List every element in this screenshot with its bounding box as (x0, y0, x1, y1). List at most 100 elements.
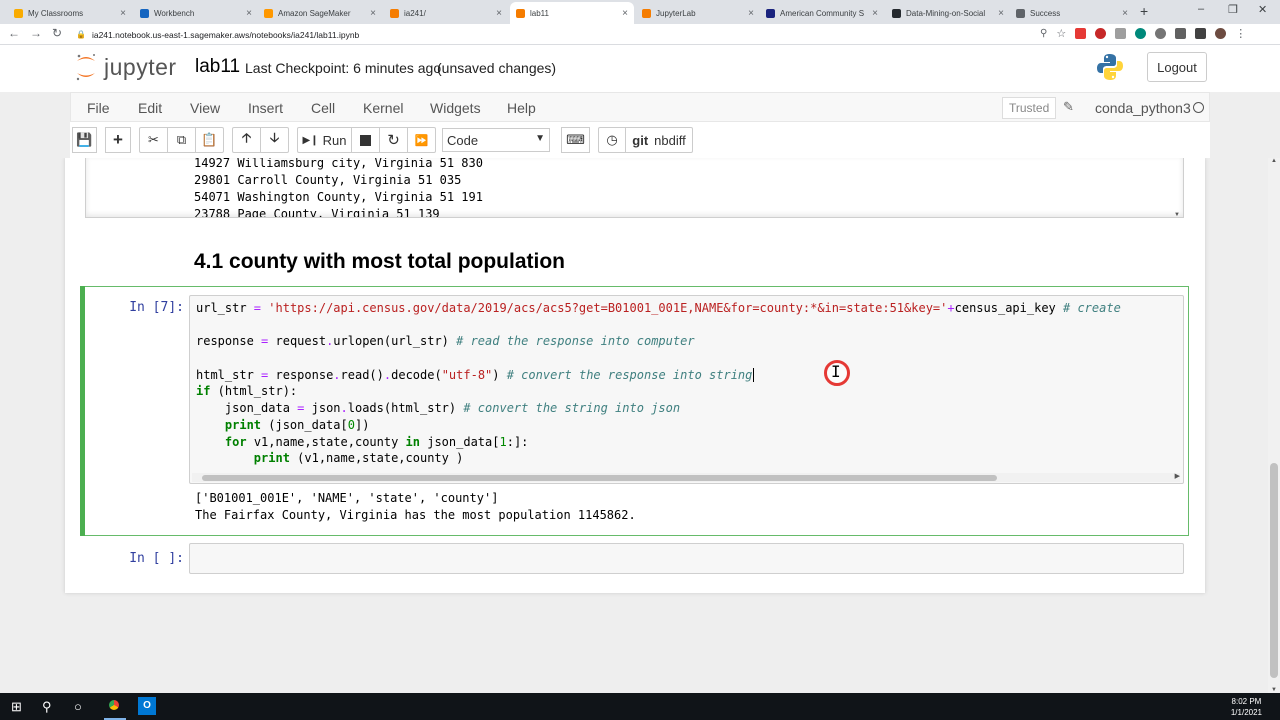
restart-button[interactable]: ↻ (379, 127, 408, 153)
menu-view[interactable]: View (190, 100, 220, 116)
tab-favicon-icon (264, 8, 273, 18)
reload-icon[interactable]: ↻ (52, 26, 62, 40)
code-editor-empty[interactable] (189, 543, 1184, 574)
tab-label: American Community S (780, 8, 865, 18)
nbdiff-button[interactable]: git nbdiff (625, 127, 693, 153)
code-editor[interactable]: url_str = 'https://api.census.gov/data/2… (189, 295, 1184, 484)
scissors-icon: ✂ (148, 132, 159, 147)
search-icon[interactable]: ⚲ (42, 699, 52, 715)
chrome-icon[interactable] (105, 696, 123, 714)
kernel-name[interactable]: conda_python3 (1095, 100, 1191, 116)
more-icon[interactable]: ⋮ (1235, 27, 1246, 40)
menu-widgets[interactable]: Widgets (430, 100, 481, 116)
notebook-name[interactable]: lab11 (195, 56, 240, 78)
tab-close-icon[interactable]: × (246, 8, 252, 19)
browser-tab[interactable]: Amazon SageMaker × (258, 2, 382, 24)
extension-icon[interactable] (1195, 28, 1207, 39)
restart-run-all-button[interactable]: ⏩ (407, 127, 436, 153)
code-cell-empty[interactable]: In [ ]: (80, 541, 1189, 577)
page-scrollbar[interactable]: ▲ ▼ (1268, 158, 1280, 693)
trusted-badge[interactable]: Trusted (1002, 97, 1057, 119)
code-line: response = request.urlopen(url_str) # re… (196, 334, 695, 348)
scroll-down-arrow-icon[interactable]: ▼ (1174, 212, 1180, 217)
text-cursor-icon: I (831, 362, 841, 381)
notebook-container: 14927 Williamsburg city, Virginia 51 830… (65, 158, 1205, 593)
browser-tab[interactable]: Data-Mining-on-Social × (886, 2, 1010, 24)
tab-close-icon[interactable]: × (1122, 8, 1128, 19)
extension-icon[interactable] (1095, 28, 1107, 39)
browser-tab[interactable]: lab11 × (510, 2, 634, 24)
browser-tab[interactable]: Workbench × (134, 2, 258, 24)
minimize-icon[interactable]: – (1198, 3, 1204, 15)
edit-pencil-icon[interactable]: ✎ (1063, 99, 1074, 115)
output-line: 54071 Washington County, Virginia 51 191 (194, 190, 483, 204)
scrollbar-thumb[interactable] (202, 475, 997, 481)
command-palette-button[interactable]: ⌨ (561, 127, 590, 153)
run-button[interactable]: ▶❙ Run (297, 127, 352, 153)
close-window-icon[interactable]: ✕ (1258, 3, 1267, 16)
move-up-button[interactable]: 🡡 (232, 127, 261, 153)
browser-tab[interactable]: ia241/ × (384, 2, 508, 24)
extension-icon[interactable] (1075, 28, 1087, 39)
tab-close-icon[interactable]: × (496, 8, 502, 19)
copy-button[interactable]: ⧉ (167, 127, 196, 153)
profile-avatar[interactable] (1215, 28, 1227, 39)
url-field[interactable]: 🔒 ia241.notebook.us-east-1.sagemaker.aws… (76, 26, 1086, 43)
page-scrollbar-thumb[interactable] (1270, 463, 1278, 678)
new-tab-button[interactable]: + (1140, 3, 1148, 19)
system-clock[interactable]: 8:02 PM 1/1/2021 (1231, 696, 1262, 718)
save-button[interactable]: 💾 (72, 127, 97, 153)
back-icon[interactable]: ← (8, 26, 20, 40)
insert-cell-button[interactable]: + (105, 127, 131, 153)
move-down-button[interactable]: 🡣 (260, 127, 289, 153)
outlook-icon[interactable]: O (138, 697, 156, 715)
code-cell-selected[interactable]: In [7]: url_str = 'https://api.census.go… (80, 286, 1189, 536)
scroll-up-arrow-icon[interactable]: ▲ (1271, 158, 1277, 164)
tab-label: JupyterLab (656, 8, 696, 18)
extension-icon[interactable] (1155, 28, 1167, 39)
forward-icon[interactable]: → (30, 26, 42, 40)
cell-type-select[interactable]: Code ▼ (442, 128, 550, 152)
menu-edit[interactable]: Edit (138, 100, 162, 116)
menu-help[interactable]: Help (507, 100, 536, 116)
keyboard-icon: ⌨ (566, 132, 585, 147)
logout-button[interactable]: Logout (1147, 52, 1207, 82)
tab-close-icon[interactable]: × (872, 8, 878, 19)
output-scrollbar[interactable]: ▼ (1174, 158, 1181, 217)
cut-button[interactable]: ✂ (139, 127, 168, 153)
scroll-right-arrow-icon[interactable]: ▶ (1175, 472, 1180, 480)
star-icon[interactable]: ☆ (1056, 27, 1066, 40)
cell-output-line: The Fairfax County, Virginia has the mos… (195, 508, 636, 522)
history-button[interactable]: ◷ (598, 127, 626, 153)
editor-horizontal-scrollbar[interactable]: ▶ (192, 473, 1180, 482)
menu-cell[interactable]: Cell (311, 100, 335, 116)
tab-close-icon[interactable]: × (748, 8, 754, 19)
browser-tab[interactable]: JupyterLab × (636, 2, 760, 24)
extension-icon[interactable] (1135, 28, 1147, 39)
tab-close-icon[interactable]: × (370, 8, 376, 19)
browser-tab[interactable]: Success × (1010, 2, 1134, 24)
task-view-icon[interactable]: ○ (74, 699, 82, 714)
extension-icon[interactable] (1175, 28, 1187, 39)
restore-icon[interactable]: ❐ (1228, 3, 1238, 16)
menu-insert[interactable]: Insert (248, 100, 283, 116)
paste-button[interactable]: 📋 (195, 127, 224, 153)
notebook-toolbar: 💾 + ✂ ⧉ 📋 🡡 🡣 ▶❙ Run ↻ ⏩ Code ▼ ⌨ ◷ git … (70, 122, 1210, 158)
windows-start-icon[interactable]: ⊞ (11, 699, 22, 715)
tab-close-icon[interactable]: × (622, 8, 628, 19)
code-line: url_str = 'https://api.census.gov/data/2… (196, 301, 1121, 315)
browser-tab[interactable]: American Community S × (760, 2, 884, 24)
menu-kernel[interactable]: Kernel (363, 100, 403, 116)
jupyter-logo-icon[interactable] (75, 53, 97, 81)
browser-tab[interactable]: My Classrooms × (8, 2, 132, 24)
extension-icon[interactable] (1115, 28, 1127, 39)
interrupt-button[interactable] (351, 127, 380, 153)
jupyter-logo-text[interactable]: jupyter (104, 54, 177, 81)
tab-label: ia241/ (404, 8, 426, 18)
tab-close-icon[interactable]: × (120, 8, 126, 19)
zoom-icon[interactable]: ⚲ (1040, 28, 1047, 39)
run-label: Run (322, 132, 347, 148)
menu-file[interactable]: File (87, 100, 110, 116)
save-status: (unsaved changes) (437, 60, 557, 76)
tab-close-icon[interactable]: × (998, 8, 1004, 19)
